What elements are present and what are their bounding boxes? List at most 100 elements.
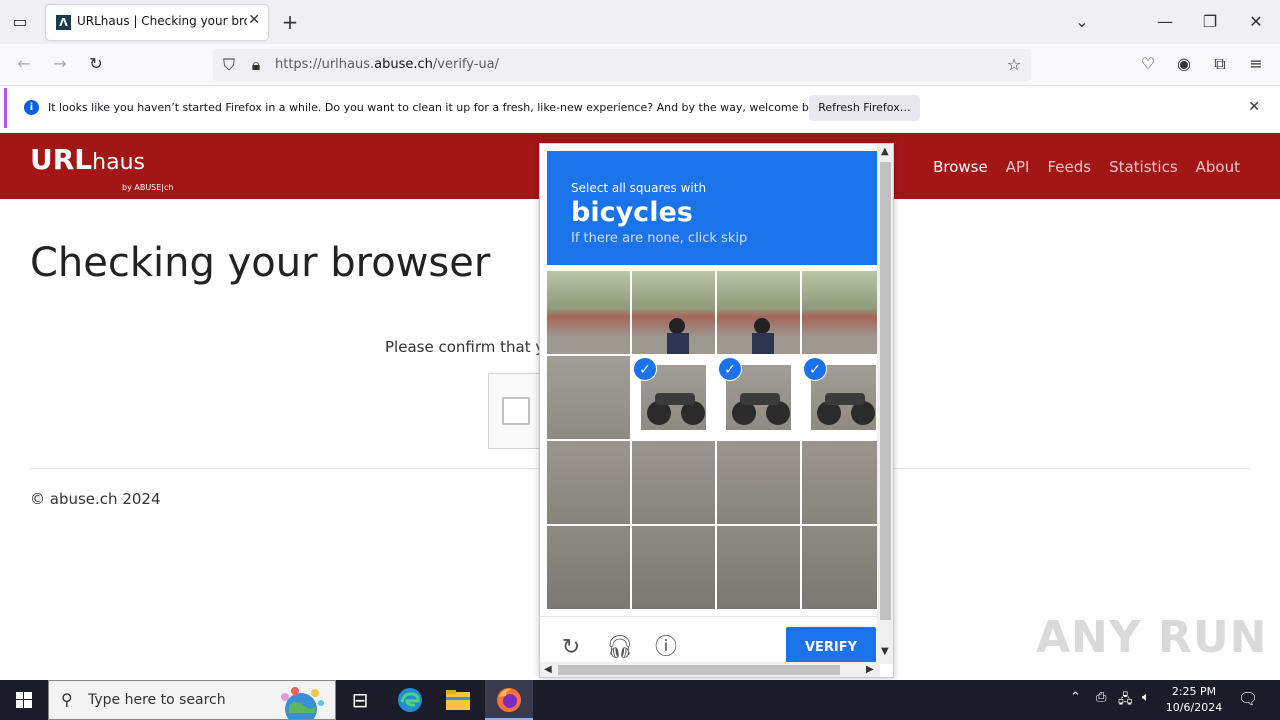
info-icon: i: [24, 100, 39, 115]
nav-statistics[interactable]: Statistics: [1109, 158, 1178, 176]
logo-by-abuse: by ABUSE|ch: [122, 183, 174, 192]
taskbar-search[interactable]: ⚲ Type here to search: [48, 680, 336, 720]
menu-icon[interactable]: ≡: [1246, 54, 1266, 74]
captcha-target: bicycles: [571, 197, 693, 228]
captcha-tile[interactable]: [717, 441, 800, 524]
captcha-tile[interactable]: [547, 271, 630, 354]
captcha-tile[interactable]: [632, 526, 715, 609]
search-highlight-globe-icon: [271, 683, 331, 720]
logo-url: URL: [30, 143, 93, 176]
captcha-footer: ↻ 🎧︎ ⓘ VERIFY: [540, 616, 880, 667]
scroll-right-icon[interactable]: ▶: [866, 664, 874, 675]
tray-chevron-up-icon[interactable]: ⌃: [1070, 690, 1081, 705]
notification-close-icon[interactable]: ✕: [1248, 99, 1260, 115]
list-tabs-chevron-icon[interactable]: ⌄: [1072, 12, 1092, 32]
captcha-tile[interactable]: [802, 441, 885, 524]
tile-image: [717, 271, 800, 354]
clock-date: 10/6/2024: [1165, 701, 1223, 714]
scroll-up-icon[interactable]: ▲: [881, 146, 889, 157]
tile-image: [547, 356, 630, 439]
captcha-tile[interactable]: ✓: [802, 356, 885, 439]
nav-feeds[interactable]: Feeds: [1047, 158, 1091, 176]
windows-start-icon[interactable]: [0, 680, 48, 720]
task-view-icon[interactable]: ⊟: [336, 680, 384, 720]
logo-haus: haus: [92, 150, 145, 175]
help-info-icon[interactable]: ⓘ: [653, 635, 679, 661]
tab-close-icon[interactable]: ✕: [248, 12, 260, 28]
close-window-icon[interactable]: ✕: [1246, 12, 1266, 32]
tile-image: [717, 526, 800, 609]
captcha-tile[interactable]: [632, 441, 715, 524]
audio-challenge-icon[interactable]: 🎧︎: [606, 635, 634, 661]
minimize-icon[interactable]: —: [1155, 12, 1175, 32]
tile-image: [632, 271, 715, 354]
search-icon: ⚲: [61, 690, 73, 709]
url-domain: abuse.ch: [374, 57, 433, 72]
taskbar-clock[interactable]: 2:25 PM 10/6/2024: [1160, 684, 1228, 716]
site-footer: © abuse.ch 2024: [30, 490, 161, 508]
restore-icon[interactable]: ❐: [1200, 12, 1220, 32]
edge-icon[interactable]: [386, 680, 434, 720]
horizontal-scrollbar[interactable]: ◀ ▶: [540, 662, 880, 677]
tile-selected-check-icon: ✓: [718, 357, 742, 381]
horizontal-scroll-thumb[interactable]: [558, 665, 840, 675]
forward-icon[interactable]: →: [50, 54, 70, 74]
scroll-left-icon[interactable]: ◀: [544, 664, 552, 675]
captcha-tile[interactable]: ✓: [717, 356, 800, 439]
captcha-tile[interactable]: [717, 271, 800, 354]
tile-selected-check-icon: ✓: [803, 357, 827, 381]
anyrun-watermark: ANY RUN: [1036, 612, 1268, 663]
firefox-taskbar-icon[interactable]: [485, 680, 533, 720]
reload-icon[interactable]: ↻: [86, 54, 106, 74]
captcha-tile[interactable]: [632, 271, 715, 354]
captcha-tile[interactable]: [547, 356, 630, 439]
captcha-tile[interactable]: [717, 526, 800, 609]
urlhaus-logo[interactable]: URLhaus by ABUSE|ch: [30, 143, 173, 192]
tile-image: [802, 271, 885, 354]
captcha-instruction: Select all squares with: [571, 181, 707, 195]
captcha-tile[interactable]: [547, 441, 630, 524]
lock-icon[interactable]: 🔒︎: [247, 55, 265, 75]
back-icon[interactable]: ←: [14, 54, 34, 74]
network-icon[interactable]: 🖧︎: [1118, 690, 1133, 712]
tab-urlhaus[interactable]: Λ URLhaus | Checking your browser ✕: [46, 5, 268, 40]
tab-overview-icon[interactable]: ▭: [10, 12, 30, 32]
url-text[interactable]: https://urlhaus.abuse.ch/verify-ua/: [275, 57, 499, 72]
captcha-tile[interactable]: [802, 271, 885, 354]
site-nav: Browse API Feeds Statistics About: [933, 158, 1240, 176]
file-explorer-icon[interactable]: [434, 680, 482, 720]
vertical-scrollbar[interactable]: ▲ ▼: [877, 144, 893, 664]
extensions-icon[interactable]: ⧉: [1210, 54, 1230, 74]
vertical-scroll-thumb[interactable]: [880, 162, 891, 620]
pocket-icon[interactable]: ♡: [1138, 54, 1158, 74]
reload-challenge-icon[interactable]: ↻: [558, 635, 584, 661]
tile-image: [632, 441, 715, 524]
captcha-hint: If there are none, click skip: [571, 231, 748, 246]
recaptcha-checkbox[interactable]: [502, 397, 530, 425]
shield-icon[interactable]: ⛉: [220, 55, 238, 75]
captcha-tile[interactable]: [802, 526, 885, 609]
refresh-firefox-button[interactable]: Refresh Firefox…: [809, 95, 920, 121]
captcha-tile[interactable]: [547, 526, 630, 609]
nav-browse[interactable]: Browse: [933, 158, 988, 176]
account-icon[interactable]: ◉: [1174, 54, 1194, 74]
urlhaus-favicon-icon: Λ: [56, 15, 71, 30]
tray-device-icon[interactable]: ⎙: [1096, 690, 1106, 705]
captcha-tile[interactable]: ✓: [632, 356, 715, 439]
nav-about[interactable]: About: [1196, 158, 1240, 176]
tab-title: URLhaus | Checking your browser: [77, 14, 247, 28]
tab-strip: ▭ Λ URLhaus | Checking your browser ✕ + …: [0, 0, 1280, 44]
notifications-icon[interactable]: 🗨︎: [1238, 689, 1258, 708]
notification-message: It looks like you haven’t started Firefo…: [48, 101, 833, 114]
tile-image: [632, 526, 715, 609]
bookmark-star-icon[interactable]: ☆: [1005, 55, 1023, 75]
volume-icon[interactable]: 🔈︎: [1142, 690, 1150, 705]
tile-image: [802, 526, 885, 609]
verify-button[interactable]: VERIFY: [786, 627, 876, 667]
new-tab-icon[interactable]: +: [280, 12, 300, 32]
scroll-down-icon[interactable]: ▼: [881, 646, 889, 657]
nav-api[interactable]: API: [1006, 158, 1030, 176]
address-bar[interactable]: ⛉ 🔒︎ https://urlhaus.abuse.ch/verify-ua/…: [213, 49, 1031, 81]
clock-time: 2:25 PM: [1171, 685, 1217, 698]
taskbar: ⚲ Type here to search ⊟ ⌃ ⎙ 🖧︎ 🔈︎ 2:25 P…: [0, 680, 1280, 720]
